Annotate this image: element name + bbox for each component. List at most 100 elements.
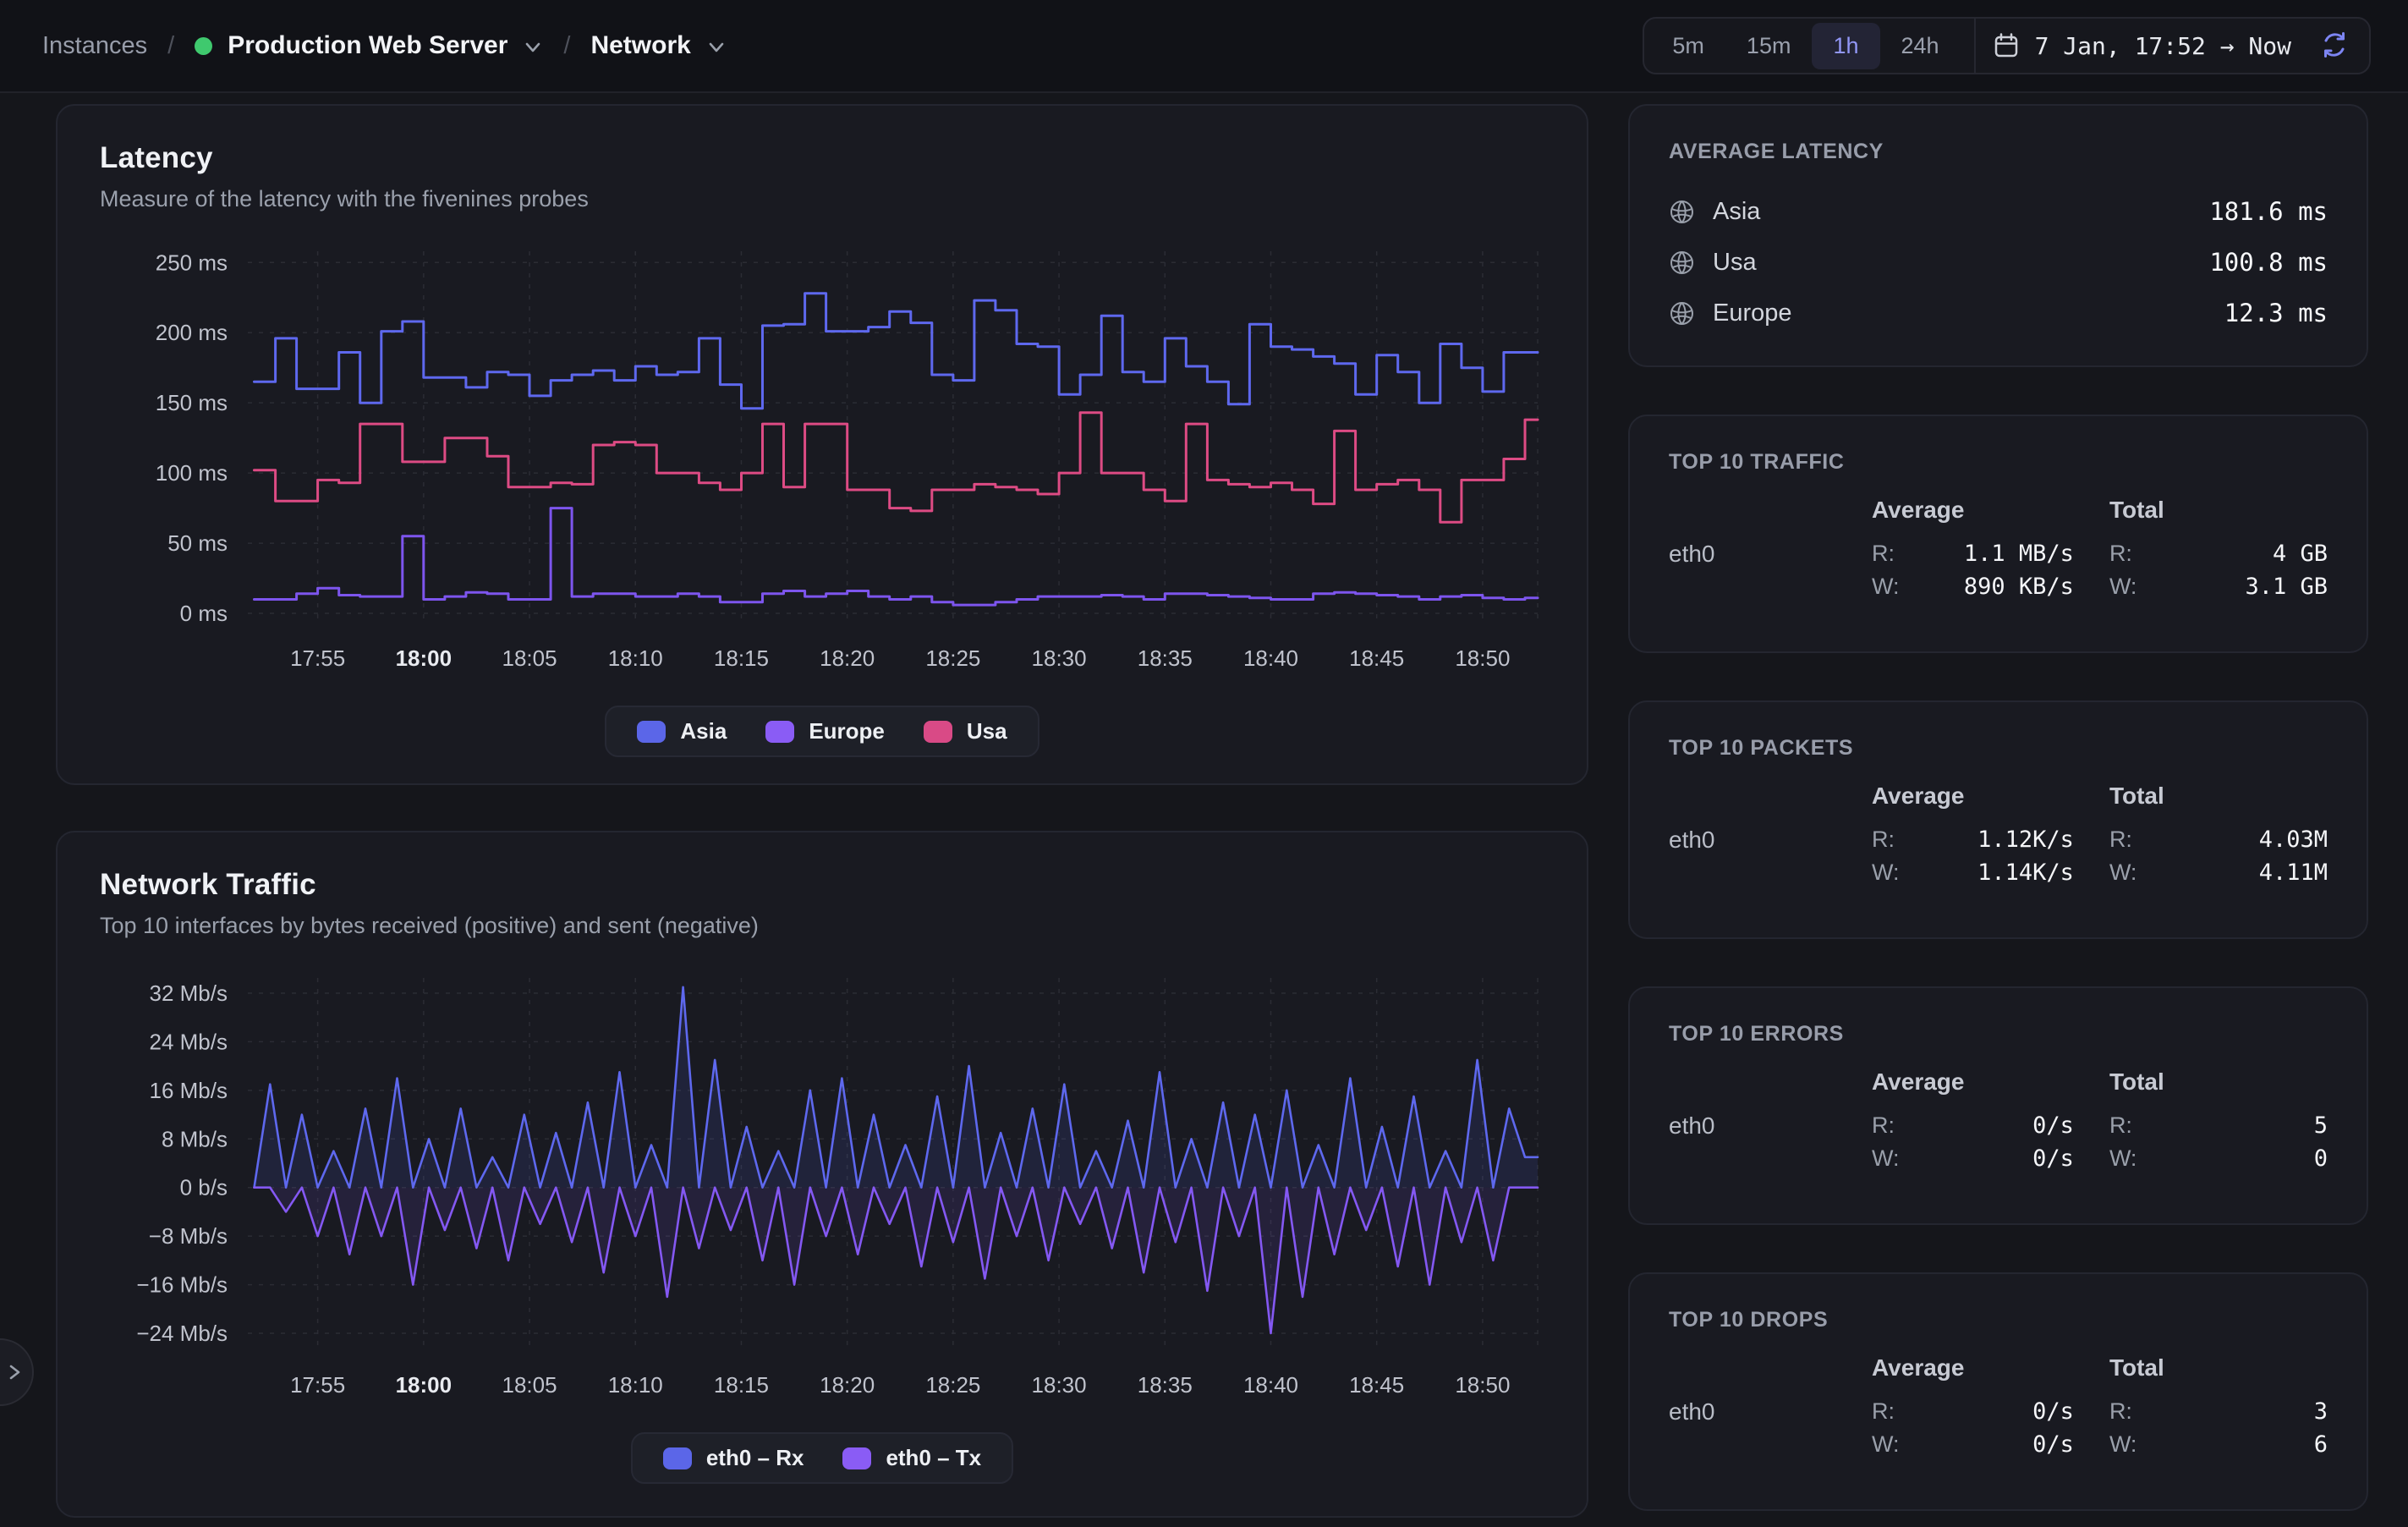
- svg-text:18:25: 18:25: [925, 1372, 980, 1398]
- svg-text:18:40: 18:40: [1243, 1372, 1298, 1398]
- svg-text:50 ms: 50 ms: [167, 530, 228, 556]
- breadcrumb-separator: /: [167, 32, 174, 60]
- globe-icon: [1669, 300, 1695, 327]
- col-header-total: Total: [2109, 497, 2328, 537]
- svg-text:18:05: 18:05: [502, 1372, 557, 1398]
- top10-errors-card: TOP 10 ERRORS eth0 Average R:0/s W:0/s T…: [1628, 986, 2368, 1225]
- avg-read-value: 1.1 MB/s: [1964, 541, 2074, 567]
- write-label: W:: [2109, 1431, 2137, 1458]
- sidebar-expand-button[interactable]: [0, 1338, 34, 1406]
- latency-legend-wrap: Asia Europe Usa: [100, 706, 1544, 757]
- svg-text:18:45: 18:45: [1349, 645, 1404, 671]
- latency-subtitle: Measure of the latency with the fivenine…: [100, 186, 1544, 212]
- charts-column: Latency Measure of the latency with the …: [56, 104, 1588, 1518]
- region-value: 181.6 ms: [2209, 197, 2328, 226]
- interface-name: eth0: [1669, 1109, 1836, 1142]
- instance-selector[interactable]: Production Web Server: [195, 31, 543, 60]
- svg-text:18:40: 18:40: [1243, 645, 1298, 671]
- svg-text:18:30: 18:30: [1032, 645, 1087, 671]
- legend-label: Asia: [680, 718, 727, 744]
- read-label: R:: [1872, 541, 1895, 567]
- interface-name: eth0: [1669, 823, 1836, 856]
- chevron-right-icon: [3, 1360, 26, 1384]
- latency-card: Latency Measure of the latency with the …: [56, 104, 1588, 785]
- date-range-picker[interactable]: 7 Jan, 17:52 → Now: [1993, 32, 2291, 60]
- legend-item[interactable]: Europe: [765, 718, 885, 744]
- stat-table: eth0 Average R:1.12K/s W:1.14K/s Total R…: [1669, 783, 2328, 889]
- legend-label: eth0 – Rx: [706, 1445, 804, 1471]
- svg-text:250 ms: 250 ms: [156, 250, 228, 275]
- interface-name: eth0: [1669, 537, 1836, 570]
- svg-text:32 Mb/s: 32 Mb/s: [150, 980, 228, 1006]
- latency-chart[interactable]: 250 ms200 ms150 ms100 ms50 ms0 ms17:5518…: [100, 231, 1548, 692]
- write-label: W:: [1872, 574, 1900, 600]
- svg-text:18:35: 18:35: [1138, 1372, 1193, 1398]
- refresh-icon: [2320, 30, 2349, 59]
- network-traffic-chart[interactable]: 32 Mb/s24 Mb/s16 Mb/s8 Mb/s0 b/s−8 Mb/s−…: [100, 958, 1548, 1419]
- svg-text:200 ms: 200 ms: [156, 320, 228, 345]
- latency-row-europe: Europe 12.3 ms: [1669, 288, 2328, 338]
- stat-table: eth0 Average R:0/s W:0/s Total R:5 W:0: [1669, 1068, 2328, 1175]
- refresh-button[interactable]: [2317, 27, 2352, 65]
- chevron-down-icon: [706, 41, 727, 54]
- toolbar-divider: [1974, 19, 1976, 73]
- svg-text:18:10: 18:10: [608, 1372, 663, 1398]
- legend-label: Europe: [809, 718, 885, 744]
- range-button-1h[interactable]: 1h: [1812, 23, 1879, 69]
- time-range-bar: 5m 15m 1h 24h 7 Jan, 17:52 → Now: [1643, 17, 2371, 74]
- range-button-15m[interactable]: 15m: [1725, 23, 1813, 69]
- average-latency-rows: Asia 181.6 ms Usa 100.8 ms Europe 12.3 m…: [1669, 186, 2328, 338]
- range-button-5m[interactable]: 5m: [1651, 23, 1725, 69]
- read-label: R:: [2109, 541, 2132, 567]
- svg-text:18:20: 18:20: [820, 1372, 875, 1398]
- write-label: W:: [2109, 1145, 2137, 1172]
- read-label: R:: [2109, 1112, 2132, 1139]
- globe-icon: [1669, 250, 1695, 276]
- network-traffic-title: Network Traffic: [100, 868, 1544, 902]
- avg-read-value: 0/s: [2032, 1112, 2074, 1139]
- read-label: R:: [2109, 827, 2132, 853]
- svg-text:24 Mb/s: 24 Mb/s: [150, 1029, 228, 1054]
- stat-table: eth0 Average R:0/s W:0/s Total R:3 W:6: [1669, 1354, 2328, 1461]
- read-label: R:: [1872, 1112, 1895, 1139]
- breadcrumb-instances-link[interactable]: Instances: [42, 32, 147, 60]
- total-read-value: 4 GB: [2273, 541, 2328, 567]
- latency-title: Latency: [100, 141, 1544, 175]
- svg-text:18:45: 18:45: [1349, 1372, 1404, 1398]
- legend-swatch: [842, 1447, 871, 1469]
- svg-text:150 ms: 150 ms: [156, 390, 228, 415]
- card-title: TOP 10 PACKETS: [1669, 736, 2328, 761]
- col-header-average: Average: [1872, 497, 2074, 537]
- latency-legend: Asia Europe Usa: [605, 706, 1039, 757]
- topbar: Instances / Production Web Server / Netw…: [0, 0, 2408, 93]
- calendar-icon: [1993, 32, 2020, 59]
- svg-text:18:10: 18:10: [608, 645, 663, 671]
- card-title: TOP 10 DROPS: [1669, 1308, 2328, 1332]
- legend-item[interactable]: eth0 – Tx: [842, 1445, 981, 1471]
- range-button-24h[interactable]: 24h: [1880, 23, 1961, 69]
- write-label: W:: [1872, 1145, 1900, 1172]
- col-header-total: Total: [2109, 1068, 2328, 1109]
- avg-read-value: 1.12K/s: [1977, 827, 2074, 853]
- svg-text:−16 Mb/s: −16 Mb/s: [136, 1272, 228, 1298]
- region-value: 12.3 ms: [2224, 299, 2328, 327]
- svg-text:17:55: 17:55: [290, 1372, 345, 1398]
- legend-item[interactable]: Asia: [637, 718, 727, 744]
- total-write-value: 0: [2314, 1145, 2328, 1172]
- legend-item[interactable]: Usa: [924, 718, 1007, 744]
- section-selector[interactable]: Network: [590, 31, 726, 60]
- col-header-average: Average: [1872, 783, 2074, 823]
- network-traffic-subtitle: Top 10 interfaces by bytes received (pos…: [100, 913, 1544, 939]
- write-label: W:: [1872, 1431, 1900, 1458]
- top10-drops-card: TOP 10 DROPS eth0 Average R:0/s W:0/s To…: [1628, 1272, 2368, 1511]
- svg-text:18:15: 18:15: [714, 645, 769, 671]
- legend-swatch: [765, 721, 794, 743]
- svg-text:18:35: 18:35: [1138, 645, 1193, 671]
- legend-label: Usa: [967, 718, 1007, 744]
- total-write-value: 3.1 GB: [2245, 574, 2328, 600]
- avg-write-value: 0/s: [2032, 1145, 2074, 1172]
- svg-text:18:00: 18:00: [396, 645, 452, 671]
- region-label: Usa: [1713, 249, 1757, 277]
- total-read-value: 4.03M: [2259, 827, 2328, 853]
- legend-item[interactable]: eth0 – Rx: [663, 1445, 804, 1471]
